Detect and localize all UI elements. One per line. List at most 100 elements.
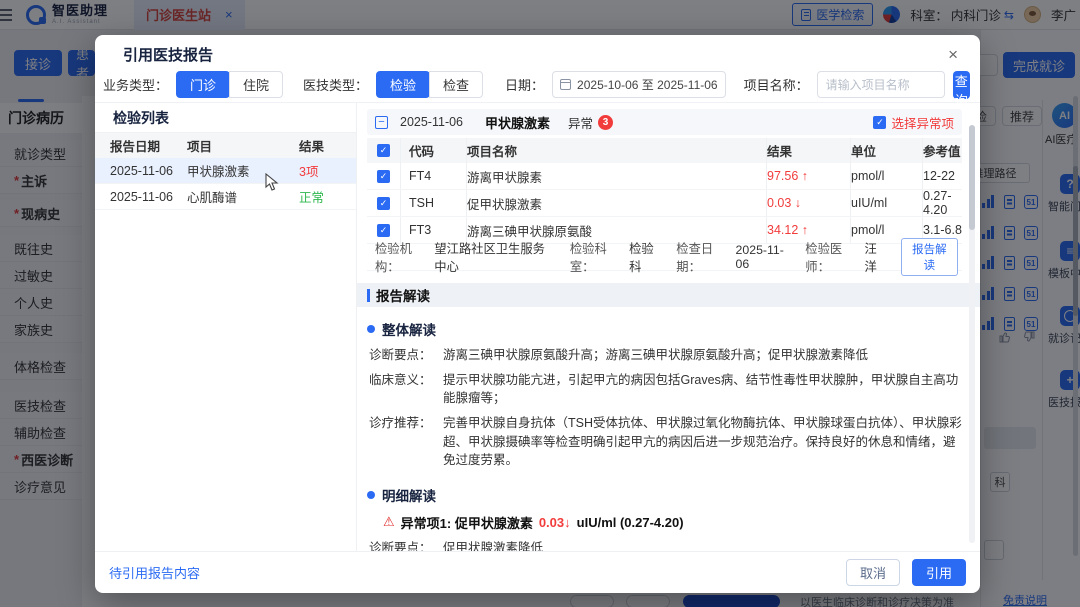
cell-range: 0.27-4.20 — [923, 190, 962, 216]
cell-result: 97.56 ↑ — [767, 163, 851, 189]
cell-date: 2025-11-06 — [95, 190, 187, 204]
project-name-label: 项目名称： — [744, 75, 809, 94]
abnormal-item-value: 0.03↓ — [539, 515, 571, 530]
interpret-report-button[interactable]: 报告解读 — [901, 238, 958, 276]
lab-dept-label: 检验科室： — [570, 239, 625, 275]
table-row-cardiac-enzymes[interactable]: 2025-11-06 心肌酶谱 正常 — [95, 184, 356, 210]
bullet-icon — [367, 491, 375, 499]
filter-bar: 业务类型： 门诊 住院 医技类型： 检验 检查 日期： 2025-10-06 至… — [95, 67, 980, 103]
col-item: 项目 — [187, 136, 299, 155]
select-abnormal-label: 选择异常项 — [891, 113, 954, 132]
tech-exam-option[interactable]: 检查 — [429, 71, 483, 98]
kv-label: 诊疗推荐： — [369, 414, 443, 468]
kv-text: 完善甲状腺自身抗体（TSH受体抗体、甲状腺过氧化物酶抗体、甲状腺球蛋白抗体）、甲… — [443, 414, 962, 468]
business-type-segment: 门诊 住院 — [176, 71, 283, 98]
mouse-cursor — [265, 173, 279, 191]
lab-list-title: 检验列表 — [95, 103, 356, 133]
warning-icon: ⚠ — [383, 514, 395, 530]
result-row-ft4[interactable]: ✓ FT4 游离甲状腺素 97.56 ↑ pmol/l 12-22 — [367, 163, 962, 190]
kv-text: 提示甲状腺功能亢进，引起甲亢的病因包括Graves病、结节性毒性甲状腺肿，甲状腺… — [443, 371, 962, 407]
cell-code: TSH — [401, 190, 467, 216]
report-date: 2025-11-06 — [400, 115, 463, 129]
kv-label: 诊断要点： — [369, 346, 443, 364]
cite-button[interactable]: 引用 — [912, 559, 966, 586]
date-label: 日期： — [505, 75, 544, 94]
result-row-tsh[interactable]: ✓ TSH 促甲状腺激素 0.03 ↓ uIU/ml 0.27-4.20 — [367, 190, 962, 217]
overall-clinical-significance: 临床意义： 提示甲状腺功能亢进，引起甲亢的病因包括Graves病、结节性毒性甲状… — [367, 371, 962, 407]
col-checkbox: ✓ — [367, 138, 401, 163]
col-report-date: 报告日期 — [95, 136, 187, 155]
kv-text: 促甲状腺激素降低 — [443, 539, 962, 551]
calendar-icon — [560, 79, 571, 90]
dialog-footer: 待引用报告内容 取消 引用 — [95, 551, 980, 593]
cell-result: 3项 — [299, 161, 356, 180]
cell-name: 游离甲状腺素 — [467, 163, 767, 189]
checkbox-checked-icon[interactable]: ✓ — [377, 170, 390, 183]
project-name-input[interactable] — [817, 71, 945, 98]
cell-result: 0.03 ↓ — [767, 190, 851, 216]
exam-date-value: 2025-11-06 — [736, 243, 792, 271]
detail-diagnosis-points: 诊断要点： 促甲状腺激素降低 — [367, 539, 962, 551]
checkbox-checked-icon[interactable]: ✓ — [377, 197, 390, 210]
screen: 智医助理 A.I. Assistant 门诊医生站 × 医学检索 科室： 内科门… — [0, 0, 1080, 607]
select-abnormal-control[interactable]: ✓ 选择异常项 — [873, 113, 954, 132]
checkbox-checked-icon[interactable]: ✓ — [377, 144, 390, 157]
tech-type-label: 医技类型： — [303, 75, 368, 94]
tech-lab-option[interactable]: 检验 — [376, 71, 430, 98]
section-title: 报告解读 — [376, 285, 430, 305]
query-button[interactable]: 查询 — [953, 71, 970, 99]
col-result: 结果 — [767, 138, 851, 163]
close-icon[interactable]: × — [948, 46, 958, 63]
business-type-label: 业务类型： — [103, 75, 168, 94]
report-panel: − 2025-11-06 甲状腺激素 异常 3 ✓ 选择异常项 ✓ 代码 项目名… — [357, 103, 980, 551]
interpretation-section-header: 报告解读 — [357, 283, 980, 307]
abnormal-item-name: 异常项1: 促甲状腺激素 — [401, 513, 533, 532]
dialog-title: 引用医技报告 — [123, 44, 213, 65]
exam-date-label: 检查日期： — [676, 239, 731, 275]
business-outpatient-option[interactable]: 门诊 — [176, 71, 230, 98]
detail-title-text: 明细解读 — [382, 485, 436, 505]
collapse-icon[interactable]: − — [375, 116, 388, 129]
dialog-body: 检验列表 报告日期 项目 结果 2025-11-06 甲状腺激素 3项 2025… — [95, 103, 980, 551]
cell-range: 12-22 — [923, 163, 962, 189]
bullet-icon — [367, 325, 375, 333]
kv-label: 临床意义： — [369, 371, 443, 407]
col-code: 代码 — [401, 138, 467, 163]
business-inpatient-option[interactable]: 住院 — [229, 71, 283, 98]
cell-unit: pmol/l — [851, 163, 923, 189]
lab-doctor-label: 检验医师： — [805, 239, 860, 275]
cancel-button[interactable]: 取消 — [846, 559, 900, 586]
col-result: 结果 — [299, 136, 356, 155]
cell-item: 心肌酶谱 — [187, 187, 299, 206]
checkbox-checked-icon[interactable]: ✓ — [873, 116, 886, 129]
cell-result: 正常 — [299, 187, 356, 206]
tech-type-segment: 检验 检查 — [376, 71, 483, 98]
cell-date: 2025-11-06 — [95, 164, 187, 178]
pending-report-link[interactable]: 待引用报告内容 — [109, 563, 200, 582]
report-scrollbar[interactable] — [969, 125, 975, 543]
abnormal-count-badge: 3 — [598, 115, 613, 130]
cell-item: 甲状腺激素 — [187, 161, 299, 180]
dialog-header: 引用医技报告 × — [95, 35, 980, 67]
result-table-header: ✓ 代码 项目名称 结果 单位 参考值 — [367, 138, 962, 163]
kv-label: 诊断要点： — [369, 539, 443, 551]
cell-code: FT4 — [401, 163, 467, 189]
date-range-input[interactable]: 2025-10-06 至 2025-11-06 — [552, 71, 726, 98]
col-range: 参考值 — [923, 138, 962, 163]
lab-list-header: 报告日期 项目 结果 — [95, 133, 356, 158]
abnormal-item-range: uIU/ml (0.27-4.20) — [577, 515, 684, 530]
report-meta-row: 检验机构：望江路社区卫生服务中心 检验科室：检验科 检查日期：2025-11-0… — [367, 244, 962, 271]
report-name: 甲状腺激素 — [485, 113, 550, 132]
abnormal-label: 异常 — [568, 113, 593, 132]
col-name: 项目名称 — [467, 138, 767, 163]
checkbox-checked-icon[interactable]: ✓ — [377, 224, 390, 237]
overall-diagnosis-points: 诊断要点： 游离三碘甲状腺原氨酸升高；游离三碘甲状腺原氨酸升高；促甲状腺激素降低 — [367, 346, 962, 364]
abnormal-item-1: ⚠ 异常项1: 促甲状腺激素 0.03↓ uIU/ml (0.27-4.20) — [367, 513, 962, 532]
table-row-thyroid[interactable]: 2025-11-06 甲状腺激素 3项 — [95, 158, 356, 184]
org-label: 检验机构： — [375, 239, 430, 275]
report-group-header: − 2025-11-06 甲状腺激素 异常 3 ✓ 选择异常项 — [367, 109, 962, 135]
section-bar — [367, 289, 370, 302]
col-unit: 单位 — [851, 138, 923, 163]
lab-list-panel: 检验列表 报告日期 项目 结果 2025-11-06 甲状腺激素 3项 2025… — [95, 103, 357, 551]
detail-interpretation-title: 明细解读 — [367, 485, 962, 505]
